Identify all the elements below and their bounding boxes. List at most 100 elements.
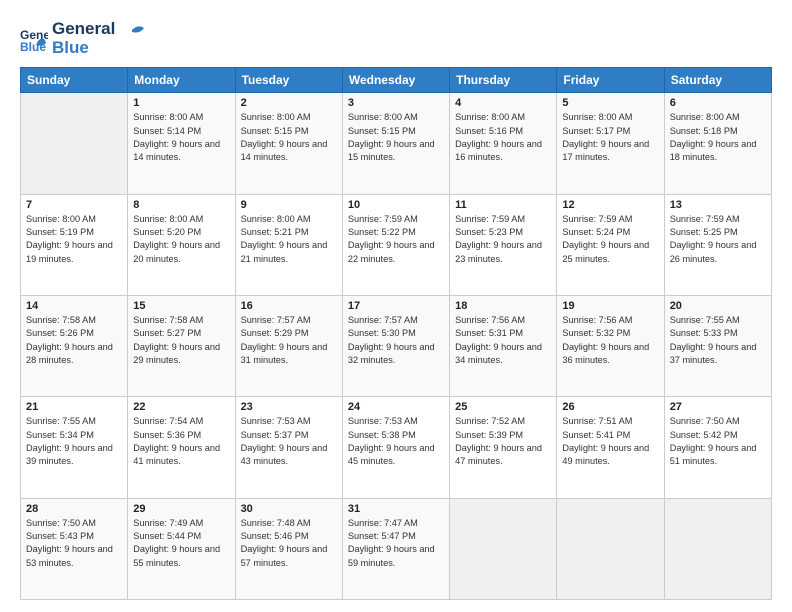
day-info: Sunrise: 7:48 AM Sunset: 5:46 PM Dayligh… [241,517,337,570]
day-cell: 2 Sunrise: 8:00 AM Sunset: 5:15 PM Daylig… [235,93,342,194]
day-cell: 16 Sunrise: 7:57 AM Sunset: 5:29 PM Dayli… [235,296,342,397]
week-row-4: 21 Sunrise: 7:55 AM Sunset: 5:34 PM Dayli… [21,397,772,498]
day-number: 18 [455,300,551,312]
day-cell [450,498,557,599]
day-info: Sunrise: 8:00 AM Sunset: 5:17 PM Dayligh… [562,111,658,164]
day-info: Sunrise: 8:00 AM Sunset: 5:21 PM Dayligh… [241,213,337,266]
logo-bird-icon [122,22,144,38]
day-cell: 10 Sunrise: 7:59 AM Sunset: 5:22 PM Dayli… [342,194,449,295]
day-number: 27 [670,401,766,413]
day-number: 7 [26,199,122,211]
weekday-saturday: Saturday [664,68,771,93]
day-number: 22 [133,401,229,413]
day-info: Sunrise: 7:47 AM Sunset: 5:47 PM Dayligh… [348,517,444,570]
day-cell: 11Sunrise: 7:59 AM Sunset: 5:23 PM Dayli… [450,194,557,295]
week-row-5: 28 Sunrise: 7:50 AM Sunset: 5:43 PM Dayli… [21,498,772,599]
weekday-wednesday: Wednesday [342,68,449,93]
day-number: 25 [455,401,551,413]
day-number: 3 [348,97,444,109]
day-number: 16 [241,300,337,312]
day-number: 6 [670,97,766,109]
day-number: 15 [133,300,229,312]
day-info: Sunrise: 7:51 AM Sunset: 5:41 PM Dayligh… [562,415,658,468]
day-info: Sunrise: 7:50 AM Sunset: 5:43 PM Dayligh… [26,517,122,570]
day-number: 12 [562,199,658,211]
day-number: 10 [348,199,444,211]
day-cell: 18 Sunrise: 7:56 AM Sunset: 5:31 PM Dayli… [450,296,557,397]
logo-text: General Blue [52,20,144,57]
day-cell: 6 Sunrise: 8:00 AM Sunset: 5:18 PM Daylig… [664,93,771,194]
weekday-thursday: Thursday [450,68,557,93]
day-info: Sunrise: 7:59 AM Sunset: 5:24 PM Dayligh… [562,213,658,266]
day-cell: 24Sunrise: 7:53 AM Sunset: 5:38 PM Dayli… [342,397,449,498]
day-info: Sunrise: 8:00 AM Sunset: 5:18 PM Dayligh… [670,111,766,164]
day-info: Sunrise: 8:00 AM Sunset: 5:15 PM Dayligh… [241,111,337,164]
header: General Blue General Blue [20,16,772,57]
day-info: Sunrise: 8:00 AM Sunset: 5:16 PM Dayligh… [455,111,551,164]
day-cell: 19 Sunrise: 7:56 AM Sunset: 5:32 PM Dayli… [557,296,664,397]
day-number: 21 [26,401,122,413]
day-cell: 9 Sunrise: 8:00 AM Sunset: 5:21 PM Daylig… [235,194,342,295]
day-number: 9 [241,199,337,211]
week-row-1: 1 Sunrise: 8:00 AM Sunset: 5:14 PM Daylig… [21,93,772,194]
day-cell [664,498,771,599]
day-info: Sunrise: 8:00 AM Sunset: 5:19 PM Dayligh… [26,213,122,266]
day-number: 17 [348,300,444,312]
day-info: Sunrise: 7:56 AM Sunset: 5:32 PM Dayligh… [562,314,658,367]
day-cell: 4 Sunrise: 8:00 AM Sunset: 5:16 PM Daylig… [450,93,557,194]
logo-icon: General Blue [20,25,48,53]
day-cell: 3Sunrise: 8:00 AM Sunset: 5:15 PM Daylig… [342,93,449,194]
day-cell: 1 Sunrise: 8:00 AM Sunset: 5:14 PM Daylig… [128,93,235,194]
day-cell: 17 Sunrise: 7:57 AM Sunset: 5:30 PM Dayli… [342,296,449,397]
day-number: 20 [670,300,766,312]
day-info: Sunrise: 7:49 AM Sunset: 5:44 PM Dayligh… [133,517,229,570]
day-info: Sunrise: 7:52 AM Sunset: 5:39 PM Dayligh… [455,415,551,468]
day-cell: 20 Sunrise: 7:55 AM Sunset: 5:33 PM Dayli… [664,296,771,397]
week-row-3: 14Sunrise: 7:58 AM Sunset: 5:26 PM Dayli… [21,296,772,397]
day-number: 30 [241,503,337,515]
day-info: Sunrise: 7:54 AM Sunset: 5:36 PM Dayligh… [133,415,229,468]
day-cell: 29 Sunrise: 7:49 AM Sunset: 5:44 PM Dayli… [128,498,235,599]
day-cell: 5 Sunrise: 8:00 AM Sunset: 5:17 PM Daylig… [557,93,664,194]
day-cell [21,93,128,194]
day-number: 4 [455,97,551,109]
day-info: Sunrise: 7:59 AM Sunset: 5:23 PM Dayligh… [455,213,551,266]
day-info: Sunrise: 7:59 AM Sunset: 5:22 PM Dayligh… [348,213,444,266]
day-number: 13 [670,199,766,211]
day-number: 2 [241,97,337,109]
weekday-monday: Monday [128,68,235,93]
day-number: 1 [133,97,229,109]
day-info: Sunrise: 7:57 AM Sunset: 5:30 PM Dayligh… [348,314,444,367]
day-cell: 30 Sunrise: 7:48 AM Sunset: 5:46 PM Dayli… [235,498,342,599]
day-info: Sunrise: 7:53 AM Sunset: 5:37 PM Dayligh… [241,415,337,468]
day-cell: 14Sunrise: 7:58 AM Sunset: 5:26 PM Dayli… [21,296,128,397]
day-number: 28 [26,503,122,515]
day-cell: 13Sunrise: 7:59 AM Sunset: 5:25 PM Dayli… [664,194,771,295]
svg-text:Blue: Blue [20,40,46,53]
day-info: Sunrise: 7:55 AM Sunset: 5:34 PM Dayligh… [26,415,122,468]
day-cell: 15Sunrise: 7:58 AM Sunset: 5:27 PM Dayli… [128,296,235,397]
day-number: 19 [562,300,658,312]
day-cell [557,498,664,599]
day-number: 23 [241,401,337,413]
day-cell: 7 Sunrise: 8:00 AM Sunset: 5:19 PM Daylig… [21,194,128,295]
day-info: Sunrise: 7:56 AM Sunset: 5:31 PM Dayligh… [455,314,551,367]
day-cell: 28 Sunrise: 7:50 AM Sunset: 5:43 PM Dayli… [21,498,128,599]
day-info: Sunrise: 7:53 AM Sunset: 5:38 PM Dayligh… [348,415,444,468]
calendar-table: SundayMondayTuesdayWednesdayThursdayFrid… [20,67,772,600]
day-cell: 21 Sunrise: 7:55 AM Sunset: 5:34 PM Dayli… [21,397,128,498]
day-info: Sunrise: 7:55 AM Sunset: 5:33 PM Dayligh… [670,314,766,367]
day-info: Sunrise: 7:57 AM Sunset: 5:29 PM Dayligh… [241,314,337,367]
day-info: Sunrise: 8:00 AM Sunset: 5:14 PM Dayligh… [133,111,229,164]
logo: General Blue General Blue [20,20,144,57]
weekday-sunday: Sunday [21,68,128,93]
day-cell: 27Sunrise: 7:50 AM Sunset: 5:42 PM Dayli… [664,397,771,498]
day-cell: 22 Sunrise: 7:54 AM Sunset: 5:36 PM Dayli… [128,397,235,498]
day-info: Sunrise: 8:00 AM Sunset: 5:20 PM Dayligh… [133,213,229,266]
day-number: 5 [562,97,658,109]
weekday-header-row: SundayMondayTuesdayWednesdayThursdayFrid… [21,68,772,93]
week-row-2: 7 Sunrise: 8:00 AM Sunset: 5:19 PM Daylig… [21,194,772,295]
day-number: 29 [133,503,229,515]
day-number: 26 [562,401,658,413]
day-info: Sunrise: 7:58 AM Sunset: 5:26 PM Dayligh… [26,314,122,367]
